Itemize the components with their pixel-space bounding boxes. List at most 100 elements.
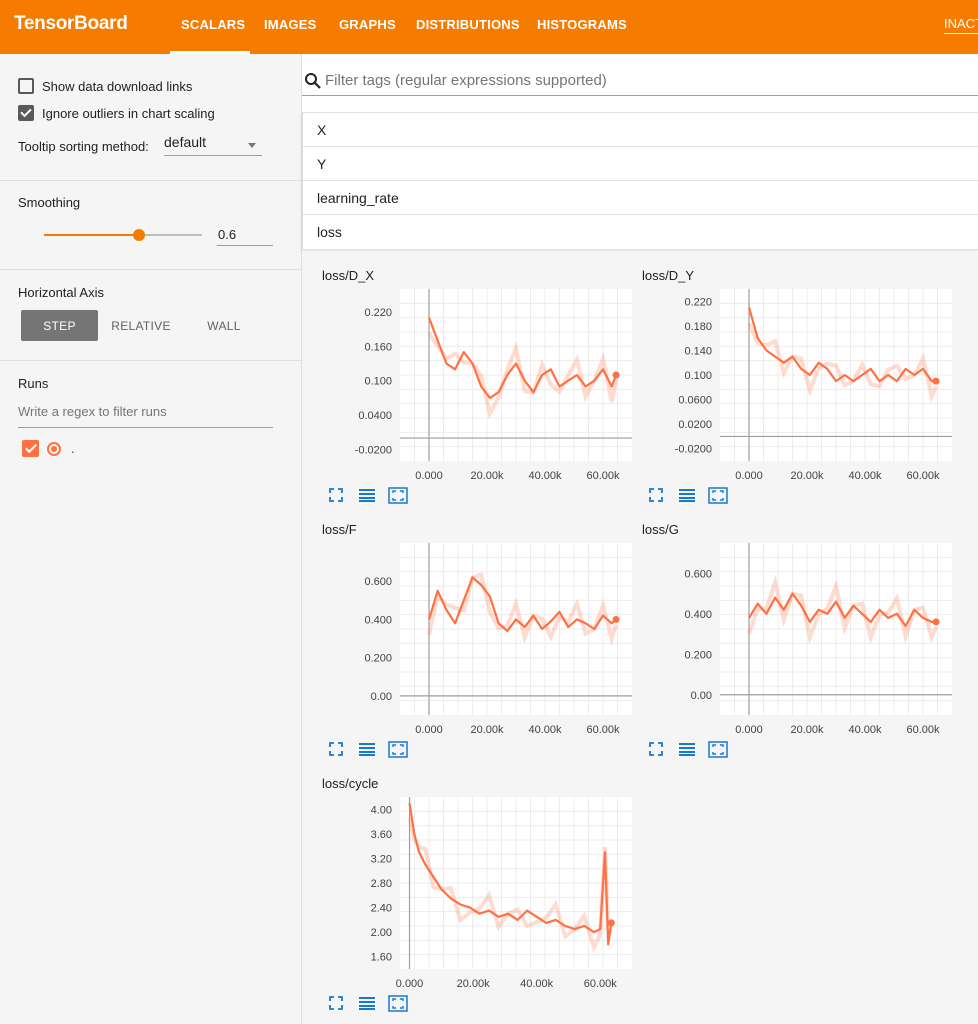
- chart-actions: [328, 741, 428, 761]
- series-endpoint: [612, 615, 620, 623]
- x-tick-label: 20.00k: [470, 470, 504, 481]
- y-tick-label: 0.180: [684, 321, 712, 333]
- runs-filter-input[interactable]: Write a regex to filter runs: [18, 404, 273, 428]
- fit-domain-frame: [708, 487, 728, 504]
- tag-group-y[interactable]: Y: [303, 147, 978, 181]
- x-tick-label: 0.000: [415, 470, 443, 481]
- chart-card: loss/D_Y 0.000 20.00k 40.00k 60.00k 0.220 0.18…: [622, 251, 952, 507]
- y-tick-label: 0.0400: [358, 410, 392, 422]
- fullscreen-icon[interactable]: [328, 741, 344, 757]
- run-item[interactable]: .: [22, 440, 75, 457]
- tooltip-sorting-label: Tooltip sorting method:: [18, 139, 149, 154]
- fit-domain-icon[interactable]: [388, 741, 408, 758]
- fit-domain-icon[interactable]: [708, 741, 728, 758]
- axis-relative-button[interactable]: RELATIVE: [104, 310, 178, 341]
- inactive-runs-toggle[interactable]: INACT: [944, 16, 978, 34]
- x-tick-label: 60.00k: [906, 470, 940, 481]
- tag-filter-input[interactable]: Filter tags (regular expressions support…: [325, 72, 607, 89]
- tab-scalars[interactable]: SCALARS: [181, 17, 245, 32]
- x-tick-label: 40.00k: [848, 724, 882, 735]
- toggle-log-scale-icon[interactable]: [358, 741, 376, 757]
- run-label: .: [71, 441, 75, 456]
- ignore-outliers-label: Ignore outliers in chart scaling: [42, 105, 215, 121]
- fullscreen-icon[interactable]: [648, 487, 664, 503]
- fit-domain-glyph: [392, 490, 404, 501]
- tag-group-list: X Y learning_rate loss: [302, 112, 978, 250]
- tab-histograms[interactable]: HISTOGRAMS: [537, 17, 627, 32]
- chart-card: loss/D_X 0.000 20.00k 40.00k 60.00k 0.220 0.16…: [302, 251, 632, 507]
- y-tick-label: 0.160: [364, 341, 392, 353]
- ignore-outliers-checkbox[interactable]: [18, 105, 34, 121]
- tab-graphs[interactable]: GRAPHS: [339, 17, 396, 32]
- horizontal-axis-title: Horizontal Axis: [18, 285, 104, 300]
- fullscreen-glyph: [329, 488, 343, 502]
- tooltip-sorting-select[interactable]: default: [164, 134, 262, 156]
- fit-domain-glyph: [392, 744, 404, 755]
- x-tick-label: 60.00k: [586, 470, 620, 481]
- fit-domain-glyph: [712, 744, 724, 755]
- x-tick-label: 20.00k: [457, 978, 491, 989]
- smoothing-value-input[interactable]: 0.6: [217, 224, 273, 246]
- y-tick-label: 4.00: [371, 804, 392, 816]
- y-tick-label: 0.00: [371, 691, 392, 703]
- smoothing-slider[interactable]: [44, 229, 202, 241]
- show-download-links-checkbox[interactable]: [18, 78, 34, 94]
- fit-domain-icon[interactable]: [388, 487, 408, 504]
- toggle-log-scale-icon[interactable]: [678, 741, 696, 757]
- run-radio-button[interactable]: [47, 441, 61, 456]
- y-tick-label: -0.0200: [355, 445, 392, 457]
- tag-group-learning-rate[interactable]: learning_rate: [303, 181, 978, 215]
- sidebar-divider: [0, 180, 301, 181]
- axis-step-button[interactable]: STEP: [21, 310, 98, 341]
- fit-domain-frame: [388, 741, 408, 758]
- fullscreen-icon[interactable]: [328, 487, 344, 503]
- x-tick-label: 60.00k: [584, 978, 618, 989]
- y-tick-label: 0.100: [364, 376, 392, 388]
- sidebar: Show data download links Ignore outliers…: [0, 54, 302, 1024]
- tab-images[interactable]: IMAGES: [264, 17, 316, 32]
- chart-actions: [328, 487, 428, 507]
- y-tick-label: 0.400: [684, 609, 712, 621]
- y-tick-label: 2.00: [371, 927, 392, 939]
- fit-domain-glyph: [712, 490, 724, 501]
- run-checkbox[interactable]: [22, 440, 39, 457]
- fullscreen-icon[interactable]: [328, 995, 344, 1011]
- fit-domain-icon[interactable]: [388, 995, 408, 1012]
- show-download-links-option[interactable]: Show data download links: [18, 78, 192, 94]
- y-tick-label: 3.60: [371, 829, 392, 841]
- x-tick-label: 0.000: [735, 724, 763, 735]
- y-tick-label: 0.00: [691, 690, 712, 702]
- y-tick-label: 0.400: [364, 614, 392, 626]
- chart-actions: [328, 995, 428, 1015]
- fullscreen-glyph: [649, 488, 663, 502]
- tab-distributions[interactable]: DISTRIBUTIONS: [416, 17, 520, 32]
- tag-group-loss[interactable]: loss: [303, 215, 978, 249]
- toggle-log-scale-icon[interactable]: [678, 487, 696, 503]
- toggle-log-scale-icon[interactable]: [358, 487, 376, 503]
- tag-filter[interactable]: Filter tags (regular expressions support…: [302, 70, 978, 96]
- y-tick-label: 0.600: [684, 568, 712, 580]
- sidebar-divider: [0, 360, 301, 361]
- runs-title: Runs: [18, 376, 49, 391]
- chart-actions: [648, 487, 748, 507]
- dropdown-arrow-icon: [248, 143, 256, 148]
- x-tick-label: 60.00k: [906, 724, 940, 735]
- toggle-log-scale-icon[interactable]: [358, 995, 376, 1011]
- sidebar-divider: [0, 269, 301, 270]
- y-tick-label: 0.140: [684, 345, 712, 357]
- search-icon: [305, 73, 321, 89]
- tag-group-x[interactable]: X: [303, 113, 978, 147]
- fit-domain-frame: [388, 995, 408, 1012]
- main-panel: Filter tags (regular expressions support…: [302, 54, 978, 1024]
- x-tick-label: 20.00k: [470, 724, 504, 735]
- smoothing-slider-knob[interactable]: [132, 229, 145, 241]
- axis-wall-button[interactable]: WALL: [190, 310, 258, 341]
- tooltip-sorting-value: default: [164, 134, 207, 150]
- smoothing-title: Smoothing: [18, 195, 81, 210]
- fullscreen-icon[interactable]: [648, 741, 664, 757]
- show-download-links-label: Show data download links: [42, 78, 193, 94]
- chart-plot: 0.000 20.00k 40.00k 60.00k 0.220 0.160 0.100 0.…: [355, 289, 632, 481]
- ignore-outliers-option[interactable]: Ignore outliers in chart scaling: [18, 105, 215, 121]
- fit-domain-icon[interactable]: [708, 487, 728, 504]
- x-tick-label: 0.000: [415, 724, 443, 735]
